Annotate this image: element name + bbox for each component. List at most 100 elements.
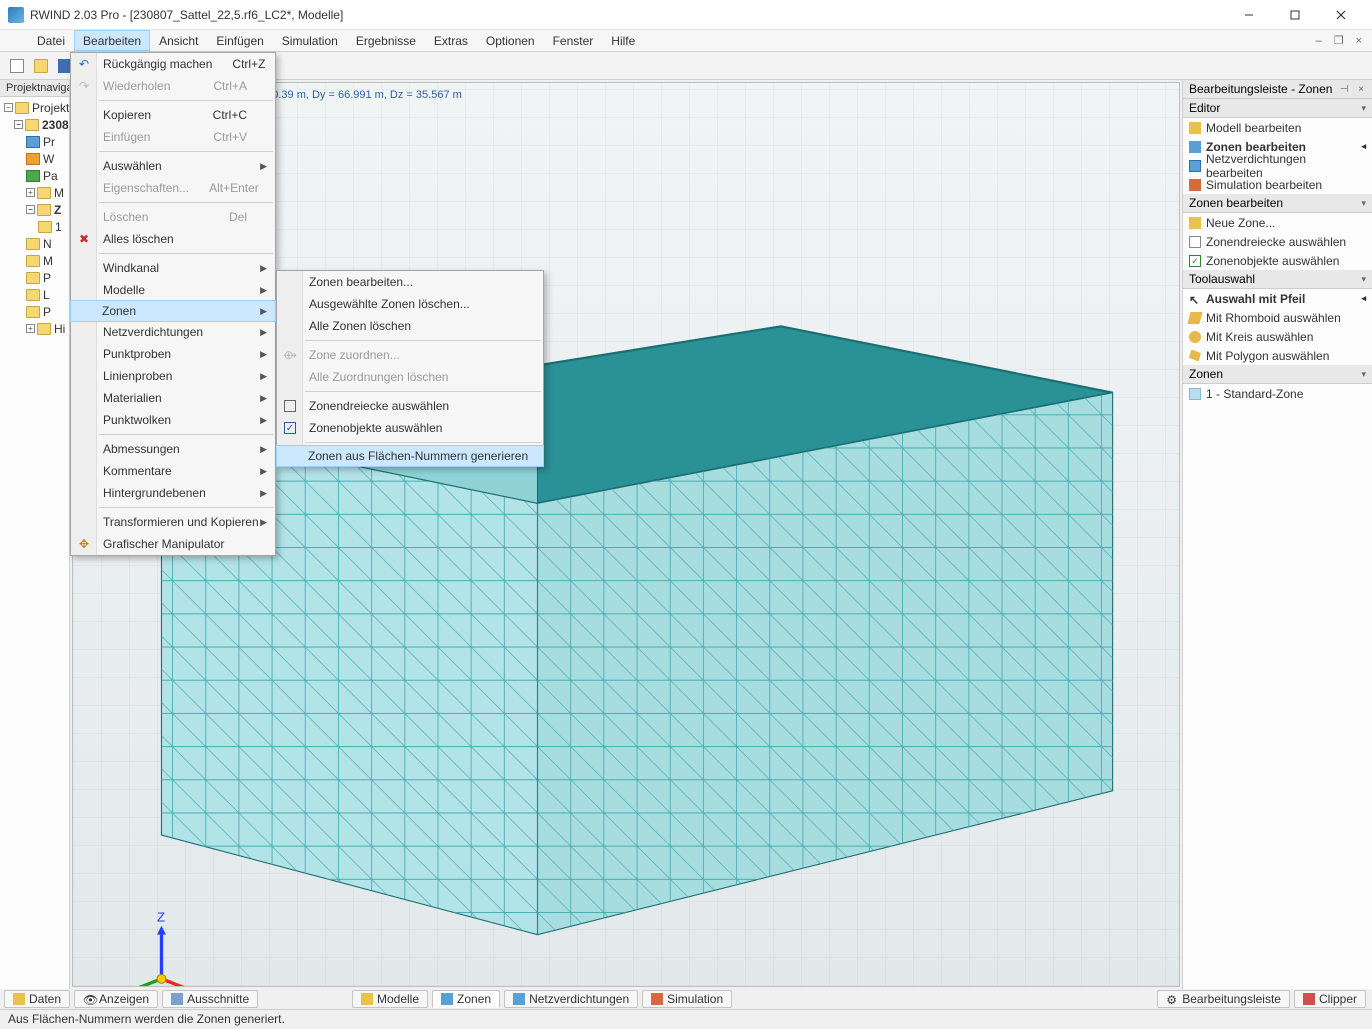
menu-ansicht[interactable]: Ansicht [150,30,207,51]
tree-m2[interactable]: M [43,254,53,268]
maximize-button[interactable] [1272,0,1318,30]
tb-open[interactable] [30,55,52,77]
mi-meshref[interactable]: Netzverdichtungen▶ [71,321,275,343]
menu-datei[interactable]: Datei [28,30,74,51]
tree-pa[interactable]: Pa [43,169,58,183]
edit-menu-dropdown: ↶Rückgängig machenCtrl+Z ↷WiederholenCtr… [70,52,276,556]
tree-row-item[interactable]: 1 [55,220,62,234]
panel-pin-icon[interactable]: ⊣ [1338,84,1351,95]
edit-sim-row[interactable]: Simulation bearbeiten [1183,175,1372,194]
mi-paste[interactable]: EinfügenCtrl+V [71,126,275,148]
manipulator-icon: ✥ [76,536,92,552]
menu-simulation[interactable]: Simulation [273,30,347,51]
checkbox-checked-icon: ✓ [282,420,298,436]
tab-bearbeitungsleiste[interactable]: ⚙Bearbeitungsleiste [1157,990,1290,1008]
tab-zonen[interactable]: Zonen [432,990,500,1008]
mi-lineprobes[interactable]: Linienproben▶ [71,365,275,387]
mi-pointprobes[interactable]: Punktproben▶ [71,343,275,365]
mi-undo[interactable]: ↶Rückgängig machenCtrl+Z [71,53,275,75]
tool-arrow-row[interactable]: ↖Auswahl mit Pfeil◂ [1183,289,1372,308]
tree-root[interactable]: Projektda [32,101,69,115]
smi-assign-zone[interactable]: ⟴Zone zuordnen... [277,344,543,366]
mi-redo[interactable]: ↷WiederholenCtrl+A [71,75,275,97]
project-tree[interactable]: −Projektda −2308 Pr W Pa +M −Z 1 N M P L… [0,97,69,339]
tool-polygon-row[interactable]: Mit Polygon auswählen [1183,346,1372,365]
panel-close-icon[interactable]: × [1356,84,1366,95]
tab-netzverdichtungen[interactable]: Netzverdichtungen [504,990,638,1008]
mi-bgplanes[interactable]: Hintergrundebenen▶ [71,482,275,504]
tool-circle-row[interactable]: Mit Kreis auswählen [1183,327,1372,346]
tree-m1[interactable]: M [54,186,64,200]
mi-materials[interactable]: Materialien▶ [71,387,275,409]
gear-icon: ⚙ [1166,993,1178,1005]
smi-select-triangles[interactable]: Zonendreiecke auswählen [277,395,543,417]
mi-windtunnel[interactable]: Windkanal▶ [71,257,275,279]
mdi-restore-icon[interactable]: ❐ [1330,34,1348,47]
smi-delete-assignments[interactable]: Alle Zuordnungen löschen [277,366,543,388]
tool-selection-header[interactable]: Toolauswahl▾ [1183,270,1372,289]
close-button[interactable] [1318,0,1364,30]
select-triangles-row[interactable]: Zonendreiecke auswählen [1183,232,1372,251]
mi-copy[interactable]: KopierenCtrl+C [71,104,275,126]
menu-einfuegen[interactable]: Einfügen [207,30,272,51]
edit-meshref-row[interactable]: Netzverdichtungen bearbeiten [1183,156,1372,175]
tree-hi[interactable]: Hi [54,322,65,336]
new-zone-row[interactable]: Neue Zone... [1183,213,1372,232]
mi-delete-all[interactable]: ✖Alles löschen [71,228,275,250]
tree-n[interactable]: N [43,237,52,251]
mdi-minimize-icon[interactable]: – [1312,35,1326,47]
project-navigator-header: Projektnavigator [0,80,69,97]
tb-new[interactable] [6,55,28,77]
menu-fenster[interactable]: Fenster [544,30,603,51]
mi-manipulator[interactable]: ✥Grafischer Manipulator [71,533,275,555]
zone-list-item[interactable]: 1 - Standard-Zone [1183,384,1372,403]
tree-p1[interactable]: P [43,271,51,285]
tab-clipper[interactable]: Clipper [1294,990,1366,1008]
tree-w[interactable]: W [43,152,54,166]
select-objects-row[interactable]: ✓Zonenobjekte auswählen [1183,251,1372,270]
mdi-close-icon[interactable]: × [1352,35,1366,47]
zones-list-header[interactable]: Zonen▾ [1183,365,1372,384]
mi-models[interactable]: Modelle▶ [71,279,275,301]
menu-extras[interactable]: Extras [425,30,477,51]
tab-modelle[interactable]: Modelle [352,990,428,1008]
menu-optionen[interactable]: Optionen [477,30,544,51]
mi-delete[interactable]: LöschenDel [71,206,275,228]
tab-anzeigen[interactable]: 👁Anzeigen [74,990,158,1008]
mi-props[interactable]: Eigenschaften...Alt+Enter [71,177,275,199]
smi-select-objects[interactable]: ✓Zonenobjekte auswählen [277,417,543,439]
zones-edit-section-header[interactable]: Zonen bearbeiten▾ [1183,194,1372,213]
smi-generate-from-faces[interactable]: Zonen aus Flächen-Nummern generieren [276,445,544,467]
mi-select[interactable]: Auswählen▶ [71,155,275,177]
editor-section-header[interactable]: Editor▾ [1183,99,1372,118]
tree-2308[interactable]: 2308 [42,118,69,132]
smi-delete-all-zones[interactable]: Alle Zonen löschen [277,315,543,337]
menu-hilfe[interactable]: Hilfe [602,30,644,51]
tool-rhomboid-row[interactable]: Mit Rhomboid auswählen [1183,308,1372,327]
mi-pointclouds[interactable]: Punktwolken▶ [71,409,275,431]
svg-text:Z: Z [157,909,165,924]
tab-ausschnitte[interactable]: Ausschnitte [162,990,258,1008]
bottom-tabs-middle: Modelle Zonen Netzverdichtungen Simulati… [352,989,732,1009]
mi-transform[interactable]: Transformieren und Kopieren▶ [71,511,275,533]
smi-delete-selected[interactable]: Ausgewählte Zonen löschen... [277,293,543,315]
smi-zones-edit[interactable]: Zonen bearbeiten... [277,271,543,293]
editing-panel: Bearbeitungsleiste - Zonen⊣× Editor▾ Mod… [1182,80,1372,989]
menu-ergebnisse[interactable]: Ergebnisse [347,30,425,51]
delete-all-icon: ✖ [76,231,92,247]
tab-daten[interactable]: Daten [4,990,70,1008]
tree-p2[interactable]: P [43,305,51,319]
tree-z[interactable]: Z [54,203,61,217]
tree-l[interactable]: L [43,288,50,302]
window-title: RWIND 2.03 Pro - [230807_Sattel_22,5.rf6… [30,8,1226,22]
assign-icon: ⟴ [282,347,298,363]
title-bar: RWIND 2.03 Pro - [230807_Sattel_22,5.rf6… [0,0,1372,30]
tab-simulation[interactable]: Simulation [642,990,732,1008]
menu-bearbeiten[interactable]: Bearbeiten [74,30,150,51]
minimize-button[interactable] [1226,0,1272,30]
mi-zones[interactable]: Zonen▶ [70,300,276,322]
mi-comments[interactable]: Kommentare▶ [71,460,275,482]
tree-pr[interactable]: Pr [43,135,55,149]
mi-dimensions[interactable]: Abmessungen▶ [71,438,275,460]
edit-model-row[interactable]: Modell bearbeiten [1183,118,1372,137]
